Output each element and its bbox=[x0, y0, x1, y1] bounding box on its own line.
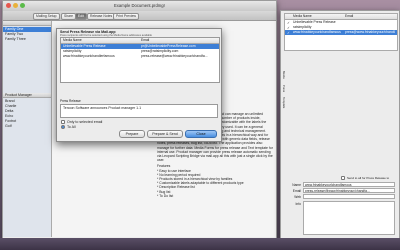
toolbar-edit[interactable]: Edit bbox=[75, 12, 87, 20]
column-email[interactable]: Email bbox=[141, 38, 149, 43]
feature-item: * To Do list bbox=[157, 193, 174, 198]
info-field[interactable] bbox=[303, 201, 395, 235]
only-selected-label: Only to selected email bbox=[67, 120, 103, 124]
column-email[interactable]: Email bbox=[345, 14, 353, 19]
toolbar: Mailing Setup Share Edit Release Notes P… bbox=[3, 11, 276, 21]
web-label: Web bbox=[294, 195, 301, 199]
toolbar-mailing-setup[interactable]: Mailing Setup bbox=[33, 12, 60, 20]
table-row[interactable]: ✓ www.frinabkeyourlchandfamous press@www… bbox=[285, 30, 397, 35]
cell-email: press-release@www.frinabkeyour/chandfa..… bbox=[141, 54, 208, 58]
toolbar-print-preview[interactable]: Print Preview bbox=[113, 12, 139, 20]
column-media-name[interactable]: Media Name bbox=[63, 38, 82, 43]
cell-media-name: www.frinabkeyourlchandfamous bbox=[293, 30, 341, 34]
column-media-name[interactable]: Media Name bbox=[293, 14, 312, 19]
name-label: Name bbox=[292, 183, 301, 187]
media-panel: Media Name Email ✓ Unbelievable Press Re… bbox=[280, 10, 400, 240]
toolbar-release-notes[interactable]: Release Notes bbox=[87, 12, 116, 20]
table-row[interactable]: www.frinabkeyourlchandlerfamous press-re… bbox=[61, 54, 219, 59]
window-title: Example Document.prdmgr bbox=[114, 3, 165, 8]
sidebar-item-product[interactable]: Golf bbox=[3, 124, 51, 129]
dock bbox=[0, 238, 400, 250]
products-header: Product Manager bbox=[3, 93, 51, 98]
side-tabs: Media Press Template bbox=[282, 71, 290, 111]
send-to-all-label: Send to all for Press Release to bbox=[347, 176, 390, 180]
to-all-radio[interactable] bbox=[61, 125, 65, 129]
recipients-table[interactable]: Media Name Email Unbelievable Press Rele… bbox=[60, 37, 220, 83]
cell-media-name: www.frinabkeyourlchandlerfamous bbox=[63, 54, 115, 58]
email-label: Email bbox=[292, 189, 301, 193]
press-release-label: Press Release bbox=[60, 99, 81, 103]
send-press-release-dialog: Send Press Release via Mail.app Press re… bbox=[56, 28, 222, 142]
only-selected-checkbox[interactable] bbox=[61, 120, 65, 124]
send-to-all-checkbox[interactable] bbox=[341, 176, 345, 180]
toolbar-share[interactable]: Share bbox=[61, 12, 77, 20]
email-field[interactable]: press-release@www.frinabkeyour/chandfa..… bbox=[303, 188, 395, 193]
sidebar-item-family-three[interactable]: Family Three bbox=[3, 37, 51, 42]
families-header bbox=[3, 21, 51, 26]
checkmark-icon[interactable]: ✓ bbox=[287, 26, 290, 30]
prepare-send-button[interactable]: Prepare & Send bbox=[147, 130, 183, 138]
media-table[interactable]: Media Name Email ✓ Unbelievable Press Re… bbox=[284, 13, 398, 51]
checkmark-icon[interactable]: ✓ bbox=[287, 31, 290, 35]
checkmark-icon[interactable]: ✓ bbox=[287, 21, 290, 25]
sidebar: Family One Family Two Family Three Produ… bbox=[3, 21, 52, 237]
info-label: Info bbox=[295, 202, 302, 206]
tab-template[interactable]: Template bbox=[282, 97, 286, 108]
name-field[interactable]: www.frinabkeyourlchandfamous bbox=[303, 182, 395, 187]
web-field[interactable] bbox=[303, 194, 395, 199]
to-all-label: To All bbox=[67, 125, 76, 129]
close-button[interactable]: Close bbox=[185, 130, 217, 138]
tab-press[interactable]: Press bbox=[282, 85, 286, 92]
press-release-field[interactable]: Tenoon Software announces Product manage… bbox=[60, 104, 218, 118]
prepare-button[interactable]: Prepare bbox=[119, 130, 145, 138]
cell-email: press@www.frinabkeyour/chandfa... bbox=[345, 30, 395, 34]
tab-media[interactable]: Media bbox=[282, 71, 286, 79]
